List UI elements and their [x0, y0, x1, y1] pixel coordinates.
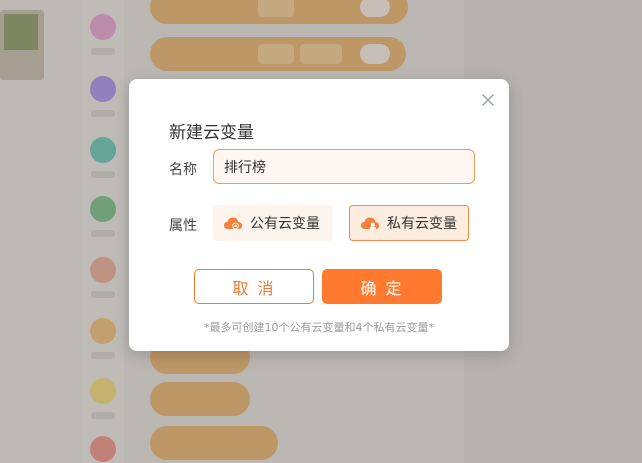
private-cloud-option-label: 私有云变量 [387, 216, 457, 232]
public-cloud-option[interactable]: 公有云变量 [213, 205, 333, 241]
dialog-title: 新建云变量 [169, 123, 254, 143]
cloud-private-icon [360, 214, 380, 232]
variable-name-input[interactable] [213, 149, 475, 184]
close-icon[interactable] [479, 91, 497, 109]
public-cloud-option-label: 公有云变量 [250, 216, 320, 232]
confirm-button[interactable]: 确 定 [322, 269, 442, 304]
private-cloud-option[interactable]: 私有云变量 [349, 205, 469, 241]
new-cloud-variable-dialog: 新建云变量 名称 属性 公有云变量 私有云变量 取 消 确 定 *最多可创建10… [129, 79, 509, 351]
attribute-label: 属性 [169, 218, 197, 234]
cancel-button[interactable]: 取 消 [194, 269, 314, 304]
name-label: 名称 [169, 162, 197, 178]
limit-note: *最多可创建10个公有云变量和4个私有云变量* [204, 321, 434, 334]
cloud-public-icon [223, 214, 243, 232]
